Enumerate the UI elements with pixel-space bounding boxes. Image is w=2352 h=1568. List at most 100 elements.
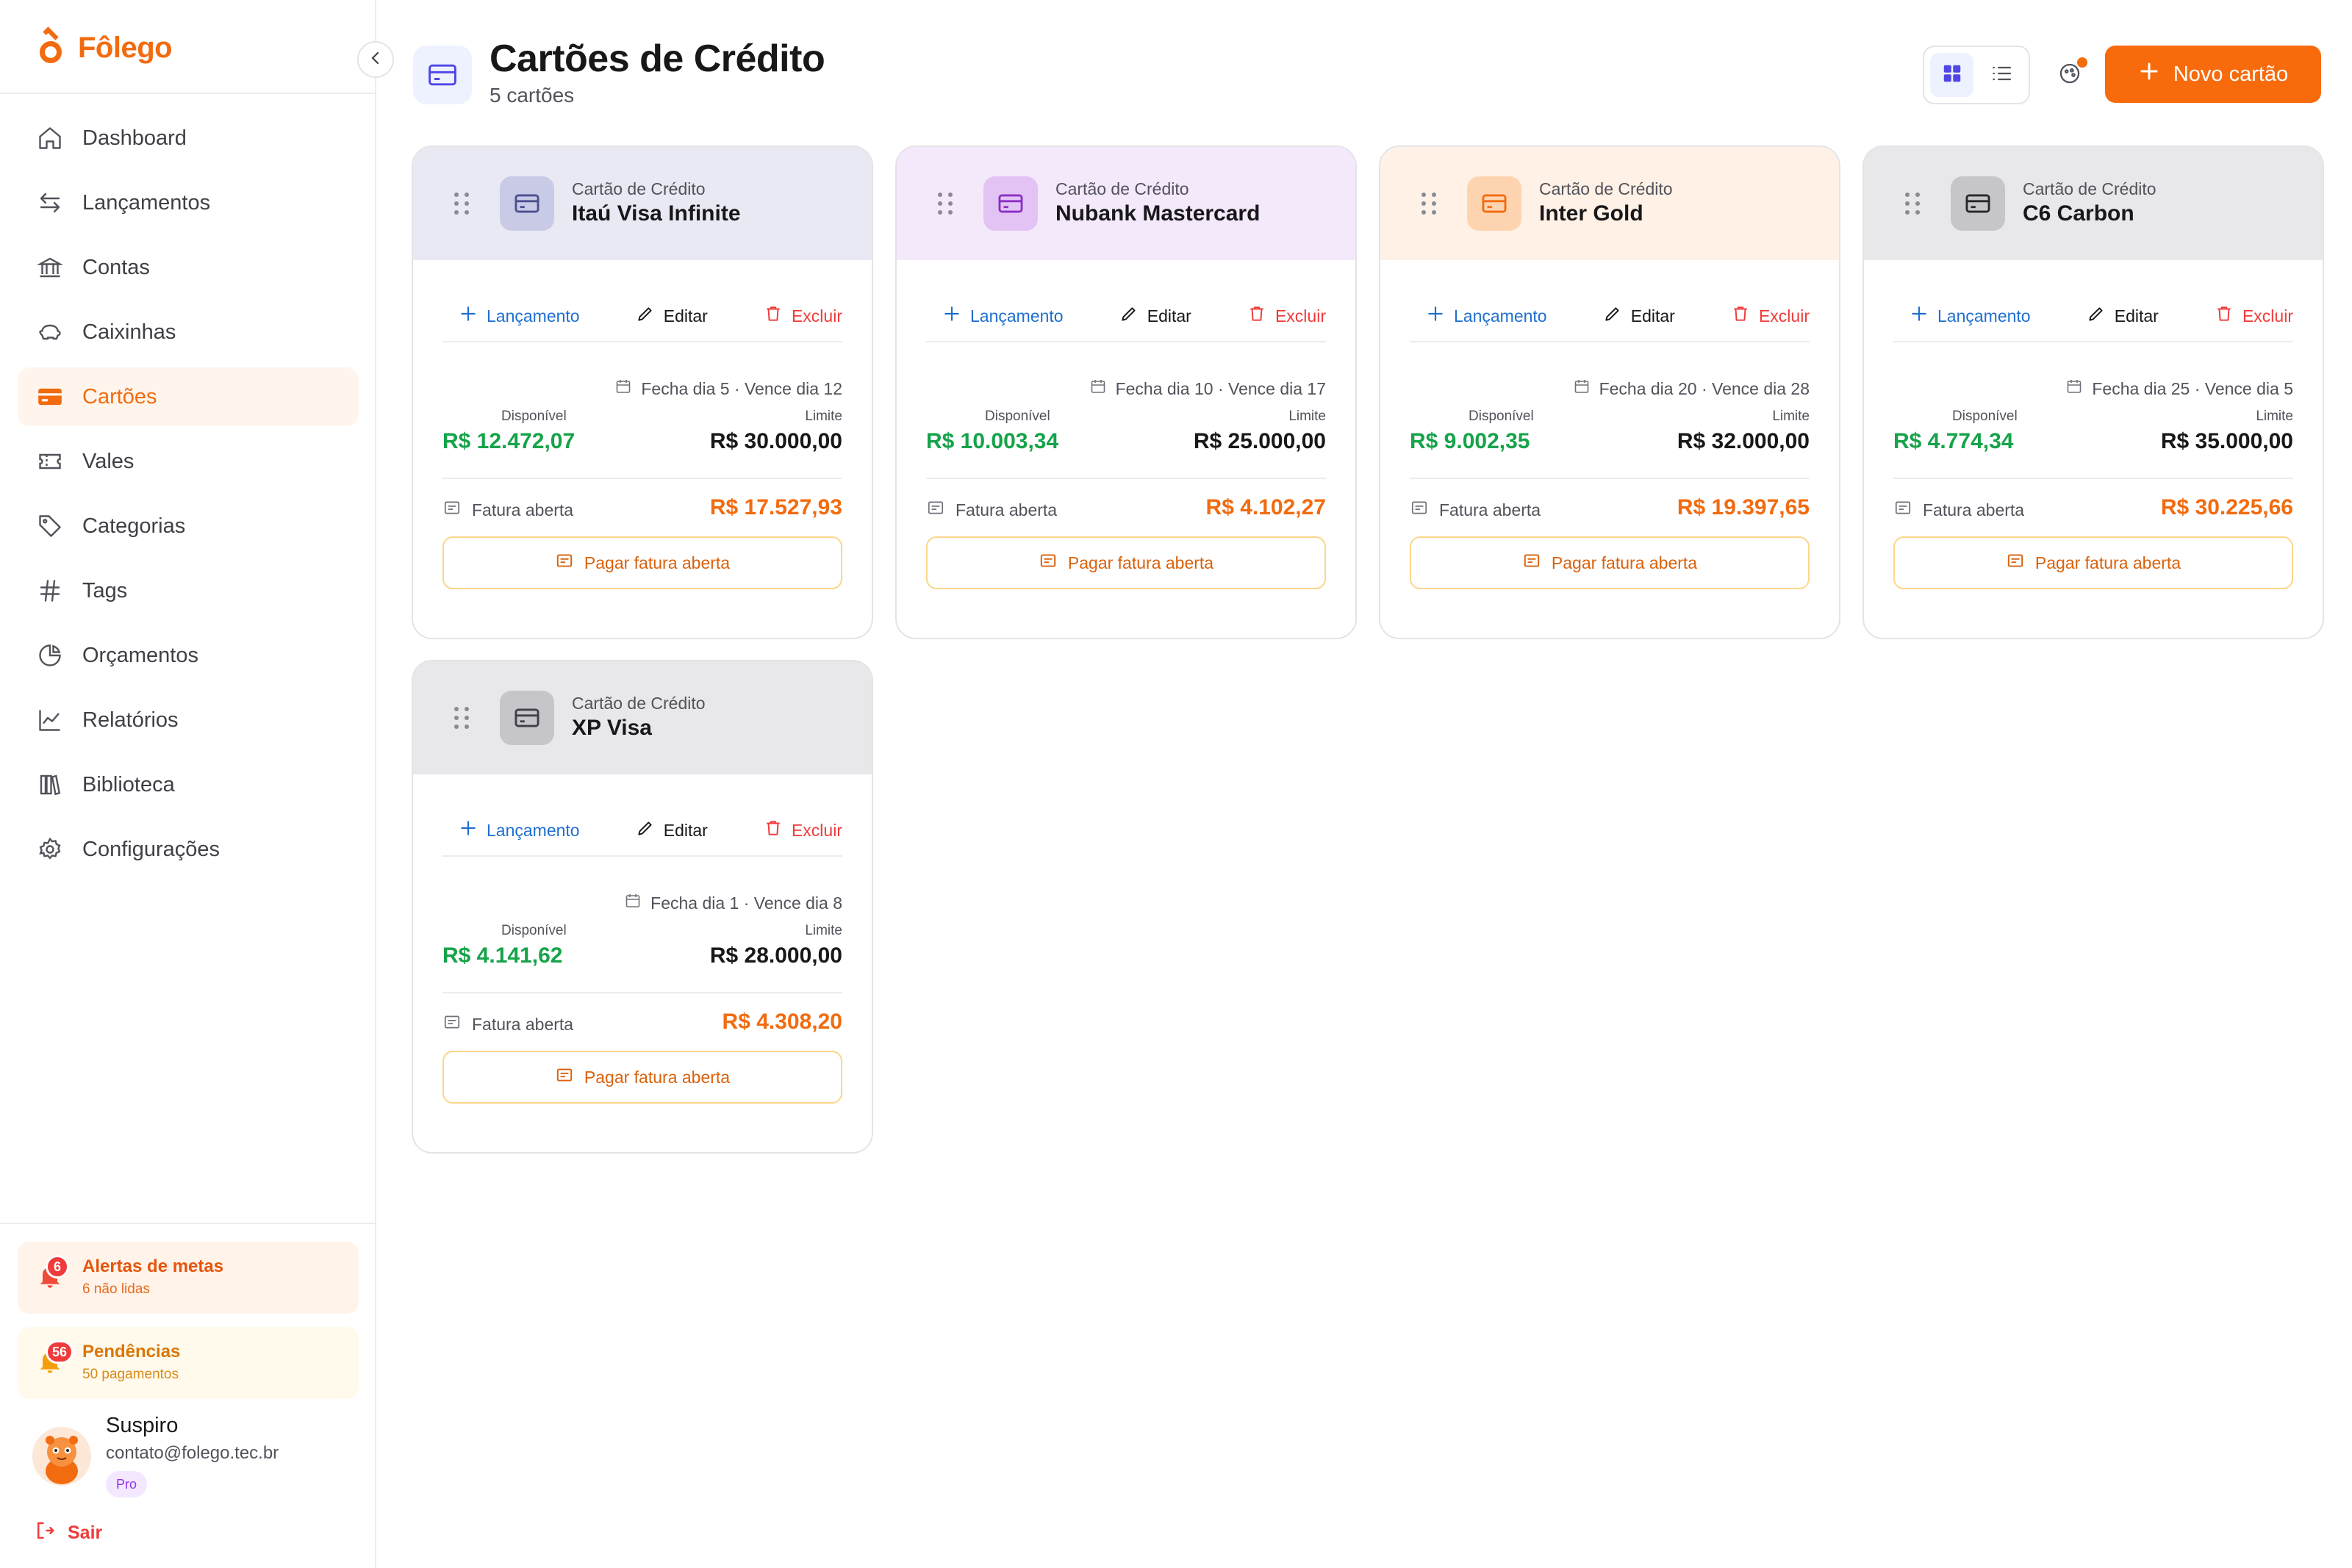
edit-button[interactable]: Editar bbox=[636, 819, 708, 842]
available-value: R$ 4.774,34 bbox=[1893, 429, 2014, 453]
sidebar-item-configuracoes[interactable]: Configurações bbox=[18, 820, 359, 879]
hash-icon bbox=[35, 576, 65, 605]
drag-handle-icon[interactable] bbox=[454, 193, 469, 215]
new-card-button[interactable]: Novo cartão bbox=[2105, 46, 2321, 103]
list-view-button[interactable] bbox=[1979, 53, 2023, 97]
page-title: Cartões de Crédito bbox=[490, 37, 825, 80]
limit-label: Limite bbox=[2256, 409, 2293, 424]
add-transaction-button[interactable]: Lançamento bbox=[1426, 304, 1547, 328]
card-type-label: Cartão de Crédito bbox=[2023, 179, 2156, 198]
available-label: Disponível bbox=[501, 409, 567, 424]
pencil-icon bbox=[636, 819, 655, 842]
sidebar-item-contas[interactable]: Contas bbox=[18, 238, 359, 297]
sidebar-item-label: Orçamentos bbox=[82, 643, 198, 667]
billing-dates: Fecha dia 25 · Vence dia 5 bbox=[2065, 378, 2293, 400]
delete-button[interactable]: Excluir bbox=[764, 819, 842, 842]
add-transaction-button[interactable]: Lançamento bbox=[1910, 304, 2031, 328]
open-invoice-value: R$ 4.102,27 bbox=[1205, 495, 1326, 519]
alert-metas-card[interactable]: 6 Alertas de metas 6 não lidas bbox=[18, 1242, 359, 1314]
drag-handle-icon[interactable] bbox=[454, 707, 469, 729]
billing-dates: Fecha dia 10 · Vence dia 17 bbox=[1089, 378, 1326, 400]
page-credit-card-icon bbox=[413, 46, 472, 104]
credit-card-icon bbox=[500, 691, 554, 745]
sidebar-item-label: Dashboard bbox=[82, 126, 187, 150]
collapse-sidebar-button[interactable] bbox=[357, 41, 394, 78]
add-transaction-button[interactable]: Lançamento bbox=[459, 819, 580, 842]
sidebar-item-caixinhas[interactable]: Caixinhas bbox=[18, 303, 359, 362]
logout-button[interactable]: Sair bbox=[34, 1520, 102, 1547]
calendar-icon bbox=[2065, 378, 2083, 400]
edit-button[interactable]: Editar bbox=[636, 304, 708, 328]
user-profile[interactable]: Suspiro contato@folego.tec.br Pro bbox=[32, 1411, 356, 1506]
drag-handle-icon[interactable] bbox=[1905, 193, 1920, 215]
billing-dates: Fecha dia 20 · Vence dia 28 bbox=[1573, 378, 1810, 400]
sidebar-item-cartoes[interactable]: Cartões bbox=[18, 367, 359, 426]
available-value: R$ 12.472,07 bbox=[442, 429, 576, 453]
grid-view-button[interactable] bbox=[1930, 53, 1973, 97]
sidebar-item-label: Biblioteca bbox=[82, 772, 175, 796]
add-transaction-label: Lançamento bbox=[487, 306, 580, 326]
sidebar-item-biblioteca[interactable]: Biblioteca bbox=[18, 755, 359, 814]
pay-invoice-button[interactable]: Pagar fatura aberta bbox=[1410, 536, 1810, 589]
delete-label: Excluir bbox=[791, 306, 842, 326]
credit-card-tile: Cartão de Crédito Itaú Visa Infinite Lan… bbox=[412, 145, 873, 639]
pay-invoice-label: Pagar fatura aberta bbox=[584, 1067, 731, 1087]
brand-name: Fôlego bbox=[78, 31, 173, 64]
brand-logo[interactable]: Fôlego bbox=[37, 26, 173, 68]
pay-invoice-button[interactable]: Pagar fatura aberta bbox=[442, 1051, 842, 1104]
logout-icon bbox=[34, 1520, 56, 1547]
open-invoice-label: Fatura aberta bbox=[442, 1013, 573, 1036]
bank-icon bbox=[35, 253, 65, 282]
billing-dates: Fecha dia 5 · Vence dia 12 bbox=[614, 378, 842, 400]
billing-dates-text: Fecha dia 20 · Vence dia 28 bbox=[1599, 378, 1810, 398]
edit-button[interactable]: Editar bbox=[1603, 304, 1675, 328]
sidebar-item-label: Relatórios bbox=[82, 708, 179, 732]
sidebar-item-categorias[interactable]: Categorias bbox=[18, 497, 359, 555]
alert-pendencias-card[interactable]: 56 Pendências 50 pagamentos bbox=[18, 1327, 359, 1399]
card-header: Cartão de Crédito C6 Carbon bbox=[1864, 147, 2323, 260]
delete-button[interactable]: Excluir bbox=[2215, 304, 2293, 328]
sidebar-item-vales[interactable]: Vales bbox=[18, 432, 359, 491]
pay-invoice-button[interactable]: Pagar fatura aberta bbox=[1893, 536, 2293, 589]
delete-label: Excluir bbox=[1274, 306, 1326, 326]
user-name: Suspiro bbox=[106, 1414, 179, 1437]
sidebar-item-orcamentos[interactable]: Orçamentos bbox=[18, 626, 359, 685]
plus-icon bbox=[459, 819, 478, 842]
piggy-bank-icon bbox=[35, 317, 65, 347]
alert-title: Pendências bbox=[82, 1342, 181, 1362]
card-actions: Lançamento Editar Excluir bbox=[1893, 291, 2293, 342]
card-header: Cartão de Crédito Itaú Visa Infinite bbox=[413, 147, 872, 260]
pay-invoice-button[interactable]: Pagar fatura aberta bbox=[926, 536, 1326, 589]
add-transaction-button[interactable]: Lançamento bbox=[942, 304, 1064, 328]
sidebar-divider bbox=[0, 93, 375, 94]
card-name: Itaú Visa Infinite bbox=[572, 201, 741, 226]
theme-toggle-button[interactable] bbox=[2051, 56, 2089, 94]
folego-logo-icon bbox=[37, 26, 65, 66]
pay-invoice-button[interactable]: Pagar fatura aberta bbox=[442, 536, 842, 589]
delete-button[interactable]: Excluir bbox=[1731, 304, 1810, 328]
sidebar-item-lancamentos[interactable]: Lançamentos bbox=[18, 173, 359, 232]
edit-button[interactable]: Editar bbox=[2087, 304, 2159, 328]
list-icon bbox=[1990, 62, 2013, 89]
sidebar-item-relatorios[interactable]: Relatórios bbox=[18, 691, 359, 749]
delete-button[interactable]: Excluir bbox=[764, 304, 842, 328]
alert-subtitle: 50 pagamentos bbox=[82, 1367, 179, 1382]
invoice-icon bbox=[442, 1013, 462, 1036]
calendar-icon bbox=[614, 378, 632, 400]
sidebar-item-label: Vales bbox=[82, 449, 135, 473]
drag-handle-icon[interactable] bbox=[938, 193, 953, 215]
drag-handle-icon[interactable] bbox=[1421, 193, 1436, 215]
divider bbox=[442, 478, 842, 479]
edit-button[interactable]: Editar bbox=[1119, 304, 1191, 328]
open-invoice-label: Fatura aberta bbox=[1893, 498, 2024, 522]
calendar-icon bbox=[1089, 378, 1107, 400]
card-header: Cartão de Crédito Nubank Mastercard bbox=[897, 147, 1355, 260]
credit-card-icon bbox=[983, 176, 1038, 231]
sidebar-item-label: Lançamentos bbox=[82, 190, 211, 215]
available-value: R$ 9.002,35 bbox=[1410, 429, 1530, 453]
add-transaction-button[interactable]: Lançamento bbox=[459, 304, 580, 328]
sidebar-item-tags[interactable]: Tags bbox=[18, 561, 359, 620]
delete-button[interactable]: Excluir bbox=[1247, 304, 1326, 328]
sidebar-item-dashboard[interactable]: Dashboard bbox=[18, 109, 359, 168]
card-name: C6 Carbon bbox=[2023, 201, 2134, 226]
